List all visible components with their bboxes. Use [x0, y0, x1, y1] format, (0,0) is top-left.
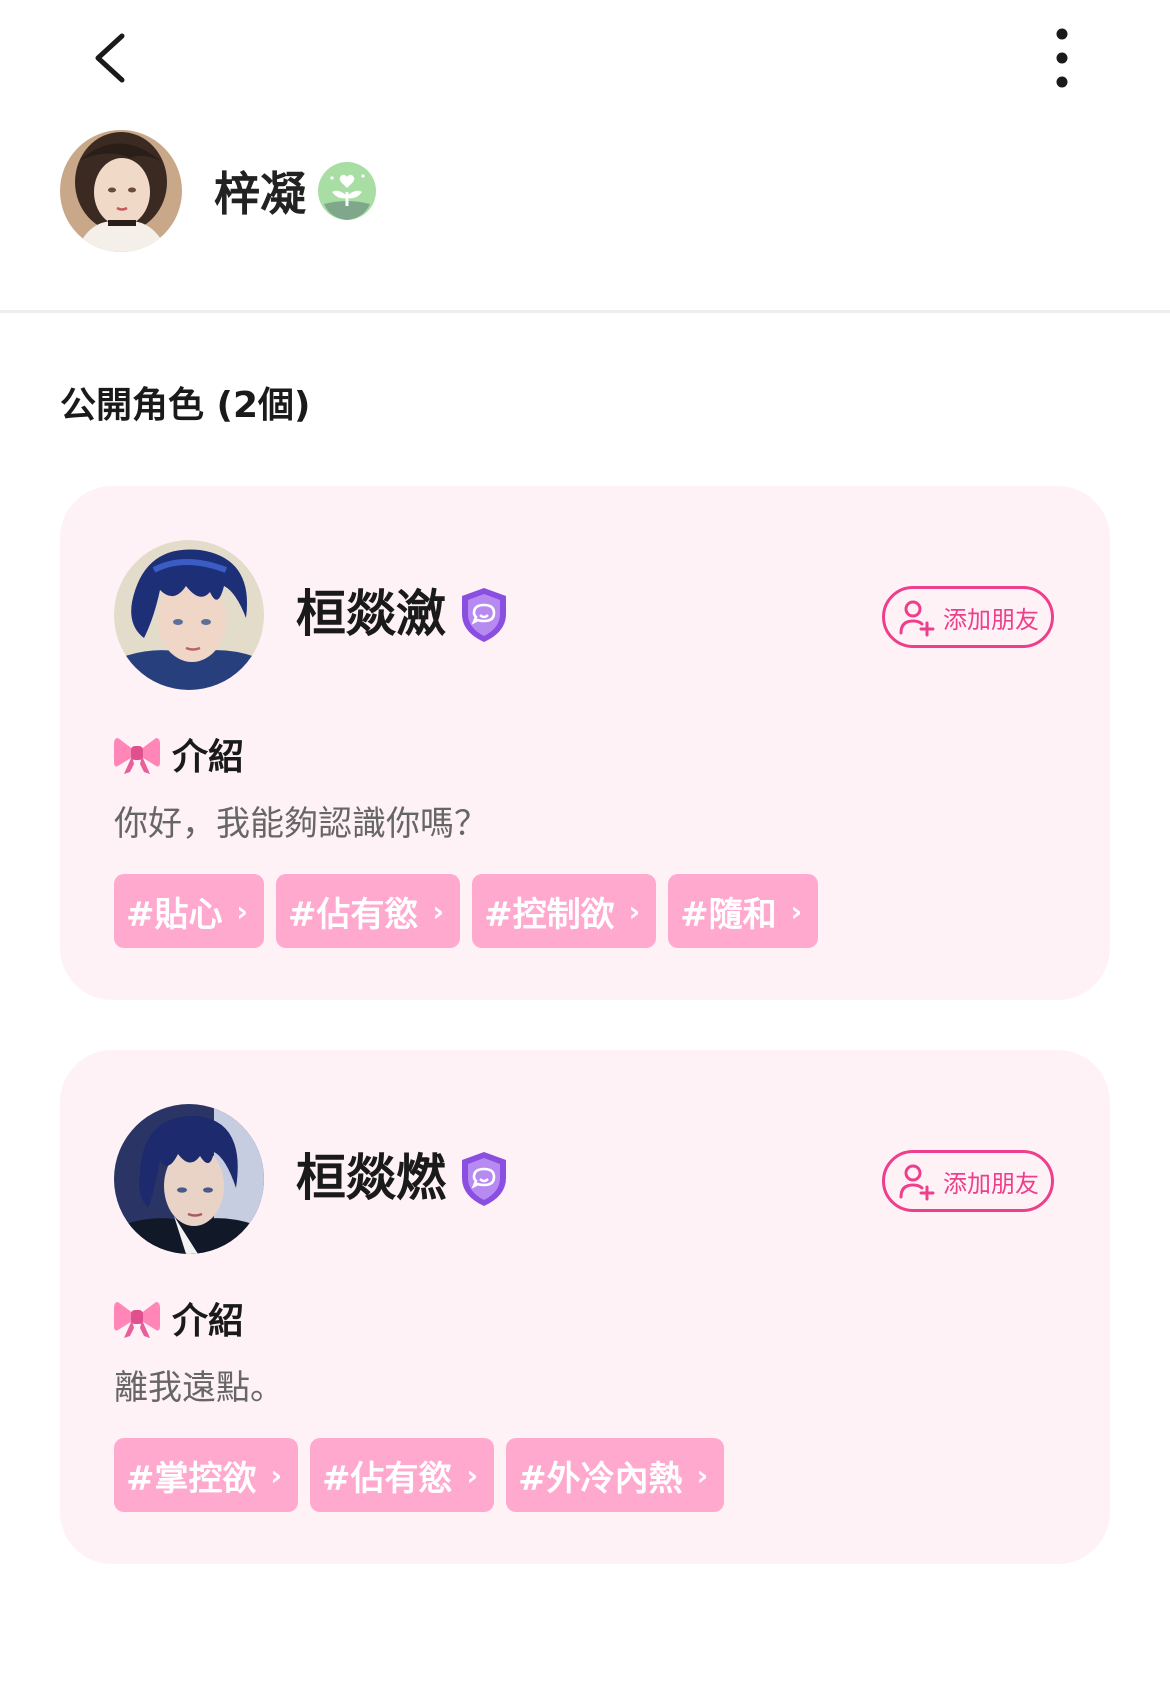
more-options-button[interactable] — [1040, 24, 1084, 94]
chevron-right-icon: › — [236, 894, 249, 928]
chevron-right-icon: › — [790, 894, 803, 928]
chevron-right-icon: › — [628, 894, 641, 928]
tag-chip[interactable]: #隨和 › — [668, 874, 819, 948]
back-button[interactable] — [84, 26, 144, 90]
verified-shield-icon — [458, 1150, 510, 1208]
tag-chip[interactable]: #貼心 › — [114, 874, 265, 948]
tag-label: #佔有慾 — [288, 894, 419, 935]
tag-chip[interactable]: #掌控欲 › — [114, 1438, 299, 1512]
ribbon-bow-icon — [114, 738, 160, 774]
intro-heading: 介紹 — [114, 1292, 244, 1344]
tag-label: #貼心 — [126, 894, 223, 935]
add-user-icon — [899, 600, 935, 637]
verified-shield-icon — [458, 586, 510, 644]
add-friend-label: 添加朋友 — [943, 605, 1039, 634]
add-user-icon — [899, 1164, 935, 1201]
character-card[interactable]: 桓燚瀲 添加朋友 介紹 你好，我能夠認識你嗎？ #貼心 › #佔有慾 › #控制欲 › — [60, 486, 1110, 1000]
tag-label: #控制欲 — [484, 894, 615, 935]
character-card[interactable]: 桓燚燃 添加朋友 介紹 離我遠點。 #掌控欲 › #佔有慾 › #外冷內熱 › — [60, 1050, 1110, 1564]
character-avatar[interactable] — [114, 1104, 264, 1254]
add-friend-button[interactable]: 添加朋友 — [882, 1150, 1054, 1212]
chevron-left-icon — [95, 33, 125, 83]
tag-label: #佔有慾 — [322, 1458, 453, 1499]
tag-chip[interactable]: #佔有慾 › — [310, 1438, 495, 1512]
tag-list: #掌控欲 › #佔有慾 › #外冷內熱 › — [114, 1438, 725, 1512]
tag-list: #貼心 › #佔有慾 › #控制欲 › #隨和 › — [114, 874, 819, 948]
tag-label: #外冷內熱 — [518, 1458, 683, 1499]
character-name: 桓燚瀲 — [296, 585, 446, 643]
intro-text: 你好，我能夠認識你嗎？ — [114, 804, 488, 844]
vertical-dots-icon — [1056, 28, 1068, 88]
character-name: 桓燚燃 — [296, 1149, 446, 1207]
sprout-heart-icon — [318, 162, 376, 220]
tag-label: #掌控欲 — [126, 1458, 257, 1499]
tag-chip[interactable]: #外冷內熱 › — [506, 1438, 725, 1512]
tag-chip[interactable]: #控制欲 › — [472, 874, 657, 948]
intro-label: 介紹 — [172, 1301, 245, 1342]
character-avatar[interactable] — [114, 540, 264, 690]
username: 梓凝 — [214, 167, 306, 221]
tag-label: #隨和 — [680, 894, 777, 935]
tag-chip[interactable]: #佔有慾 › — [276, 874, 461, 948]
intro-label: 介紹 — [172, 737, 245, 778]
user-avatar[interactable] — [60, 130, 182, 252]
ribbon-bow-icon — [114, 1302, 160, 1338]
chevron-right-icon: › — [466, 1458, 479, 1492]
divider — [0, 310, 1170, 313]
add-friend-button[interactable]: 添加朋友 — [882, 586, 1054, 648]
intro-heading: 介紹 — [114, 728, 244, 780]
intro-text: 離我遠點。 — [114, 1368, 284, 1408]
chevron-right-icon: › — [696, 1458, 709, 1492]
section-title: 公開角色 (2個) — [60, 385, 311, 426]
user-profile-header: 梓凝 — [60, 130, 376, 252]
chevron-right-icon: › — [270, 1458, 283, 1492]
chevron-right-icon: › — [432, 894, 445, 928]
top-bar — [0, 0, 1170, 120]
add-friend-label: 添加朋友 — [943, 1169, 1039, 1198]
